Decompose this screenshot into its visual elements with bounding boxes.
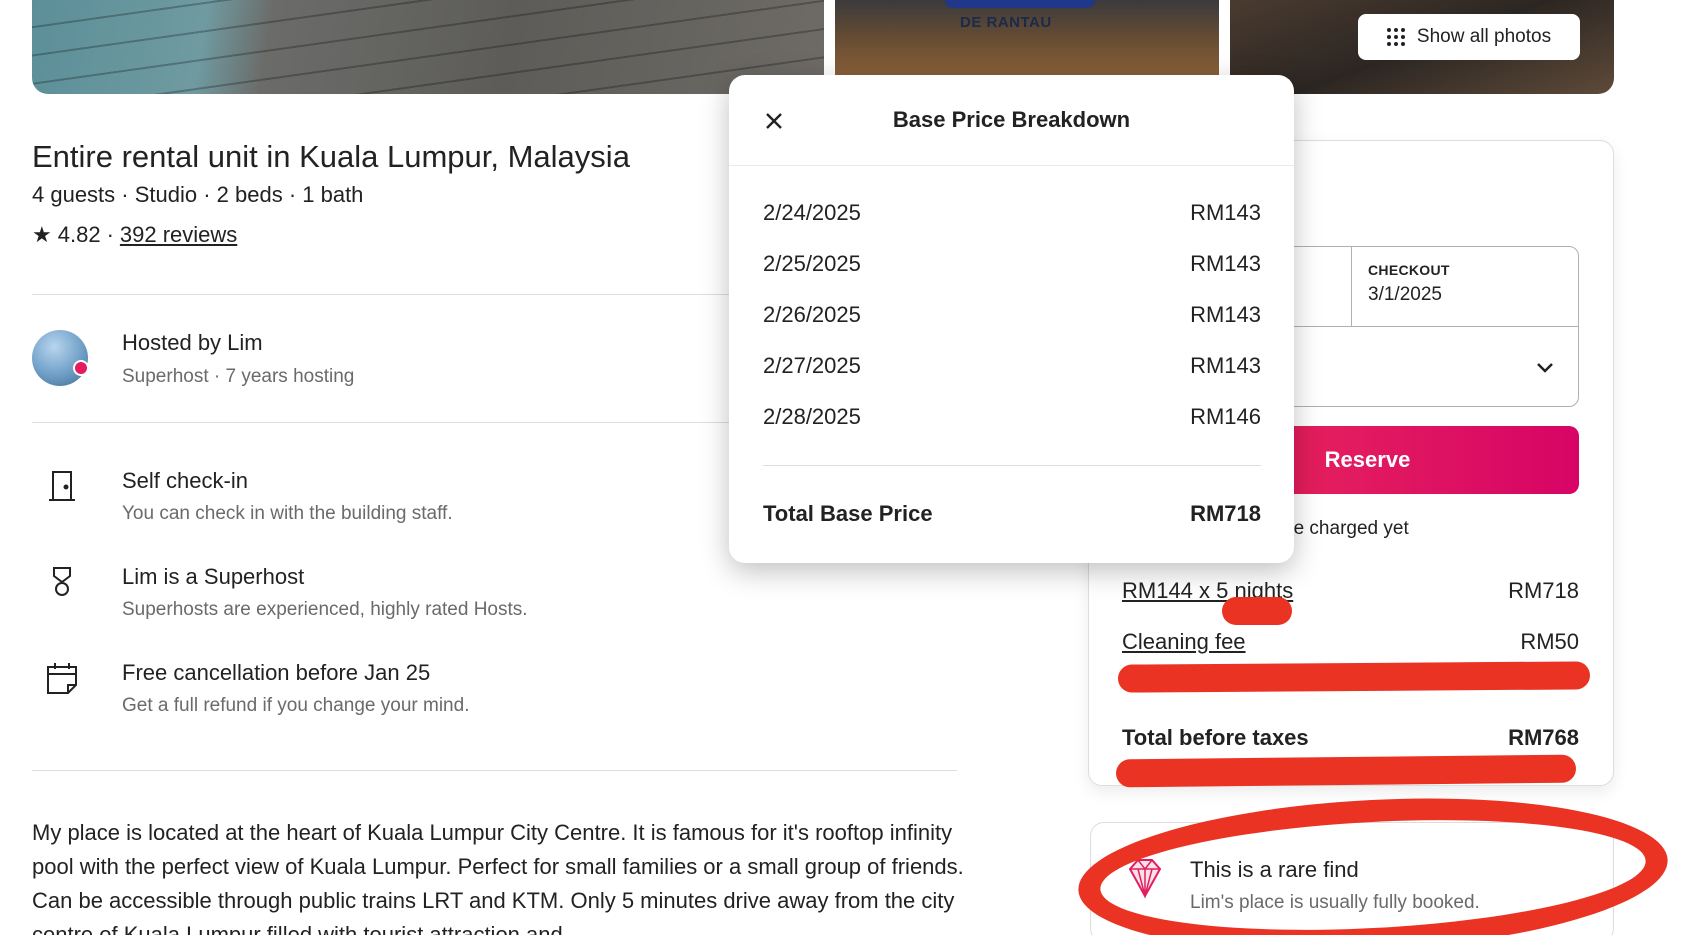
host-name: Hosted by Lim (122, 330, 263, 355)
annotation-mark (1117, 661, 1591, 693)
modal-divider (763, 465, 1261, 466)
total-base-price-row: Total Base Price RM718 (763, 501, 1261, 527)
listing-description: My place is located at the heart of Kual… (32, 820, 964, 935)
grid-dots-icon (1386, 28, 1405, 46)
feature-title: Self check-in (122, 468, 248, 493)
divider (32, 770, 957, 771)
building-sign-text: DE RANTAU (960, 14, 1052, 31)
listing-subtitle: 4 guests · Studio · 2 beds · 1 bath (32, 182, 364, 207)
row-date: 2/25/2025 (763, 251, 861, 276)
show-all-photos-button[interactable]: Show all photos (1358, 14, 1580, 60)
calendar-icon (47, 663, 77, 694)
price-breakdown-row: 2/26/2025 RM143 (763, 302, 1261, 328)
total-label: Total before taxes (1122, 725, 1309, 750)
row-date: 2/24/2025 (763, 200, 861, 225)
cleaning-fee-amount: RM50 (1520, 629, 1579, 654)
building-sign-graphic (945, 0, 1095, 8)
reviews-link[interactable]: 392 reviews (120, 222, 237, 248)
superhost-badge (73, 360, 89, 376)
modal-header: Base Price Breakdown (729, 75, 1294, 166)
modal-title: Base Price Breakdown (892, 107, 1131, 132)
feature-desc: Get a full refund if you change your min… (122, 695, 470, 716)
row-date: 2/27/2025 (763, 353, 861, 378)
feature-desc: You can check in with the building staff… (122, 503, 453, 524)
annotation-mark (1115, 754, 1577, 788)
rating-row: ★ 4.82 · 392 reviews (32, 222, 237, 248)
row-price: RM143 (1190, 251, 1261, 276)
annotation-circle (1074, 784, 1672, 935)
rating-value: 4.82 (57, 222, 101, 247)
cleaning-fee-row: Cleaning fee RM50 (1122, 629, 1579, 655)
host-avatar[interactable] (32, 330, 88, 386)
listing-title: Entire rental unit in Kuala Lumpur, Mala… (32, 139, 630, 174)
rating-separator: · (106, 222, 114, 247)
date-divider (1351, 246, 1352, 326)
row-date: 2/28/2025 (763, 404, 861, 429)
row-price: RM143 (1190, 353, 1261, 378)
row-price: RM143 (1190, 302, 1261, 327)
show-all-photos-label: Show all photos (1416, 26, 1552, 47)
price-breakdown-row: 2/25/2025 RM143 (763, 251, 1261, 277)
checkout-date[interactable]: 3/1/2025 (1368, 284, 1442, 306)
nightly-price-row: RM144 x 5 nights RM718 (1122, 578, 1579, 604)
total-amount: RM768 (1508, 725, 1579, 750)
annotation-mark (1222, 597, 1292, 625)
checkout-label: CHECKOUT (1368, 262, 1450, 278)
listing-photo-main[interactable] (32, 0, 824, 94)
row-date: 2/26/2025 (763, 302, 861, 327)
door-icon (49, 471, 75, 501)
cleaning-fee-link[interactable]: Cleaning fee (1122, 629, 1246, 655)
superhost-icon (53, 567, 71, 596)
base-price-modal: Base Price Breakdown 2/24/2025 RM143 2/2… (729, 75, 1294, 563)
star-icon: ★ (32, 222, 52, 247)
total-row: Total before taxes RM768 (1122, 725, 1579, 751)
price-breakdown-row: 2/27/2025 RM143 (763, 353, 1261, 379)
row-price: RM146 (1190, 404, 1261, 429)
feature-title: Lim is a Superhost (122, 564, 305, 589)
row-price: RM143 (1190, 200, 1261, 225)
price-breakdown-row: 2/24/2025 RM143 (763, 200, 1261, 226)
feature-desc: Superhosts are experienced, highly rated… (122, 599, 528, 620)
price-breakdown-row: 2/28/2025 RM146 (763, 404, 1261, 430)
total-base-price-amount: RM718 (1190, 501, 1261, 526)
feature-title: Free cancellation before Jan 25 (122, 660, 431, 685)
total-base-price-label: Total Base Price (763, 501, 933, 526)
host-subtitle: Superhost · 7 years hosting (122, 366, 355, 387)
chevron-down-icon[interactable] (1533, 355, 1557, 379)
nightly-price-amount: RM718 (1508, 578, 1579, 603)
